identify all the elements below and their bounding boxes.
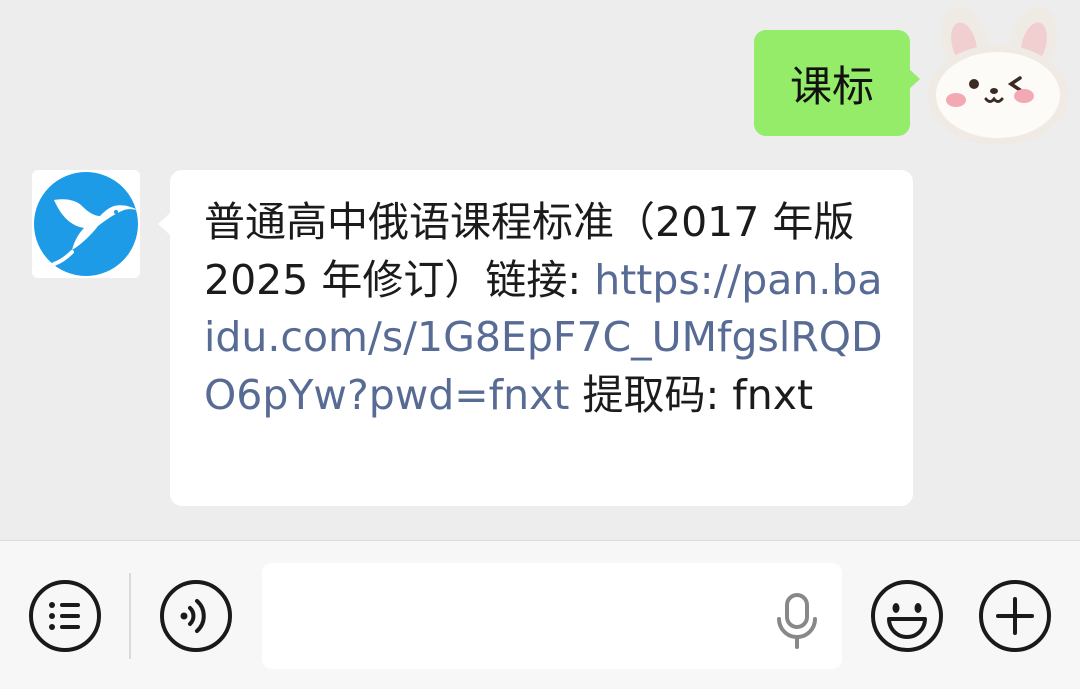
menu-list-icon[interactable]: [28, 579, 102, 653]
voice-icon[interactable]: [159, 579, 233, 653]
incoming-message-bubble[interactable]: 普通高中俄语课程标准（2017 年版 2025 年修订）链接: https://…: [170, 170, 913, 506]
input-bar-divider: [129, 573, 131, 659]
contact-avatar-bird-icon[interactable]: [32, 170, 140, 278]
emoji-icon[interactable]: [870, 579, 944, 653]
input-bar: [0, 540, 1080, 689]
microphone-icon[interactable]: [772, 591, 822, 651]
outgoing-message-text: 课标: [789, 61, 874, 111]
extraction-code-text: 提取码: fnxt: [569, 370, 814, 419]
incoming-bubble-tail: [158, 213, 170, 235]
chat-area: 课标 普通高中俄语课程标准（2017 年版 2025 年修订）链接: https…: [0, 0, 1080, 540]
message-input[interactable]: [262, 563, 842, 669]
user-avatar[interactable]: [916, 0, 1080, 150]
plus-icon[interactable]: [978, 579, 1052, 653]
outgoing-message-bubble[interactable]: 课标: [754, 30, 910, 136]
